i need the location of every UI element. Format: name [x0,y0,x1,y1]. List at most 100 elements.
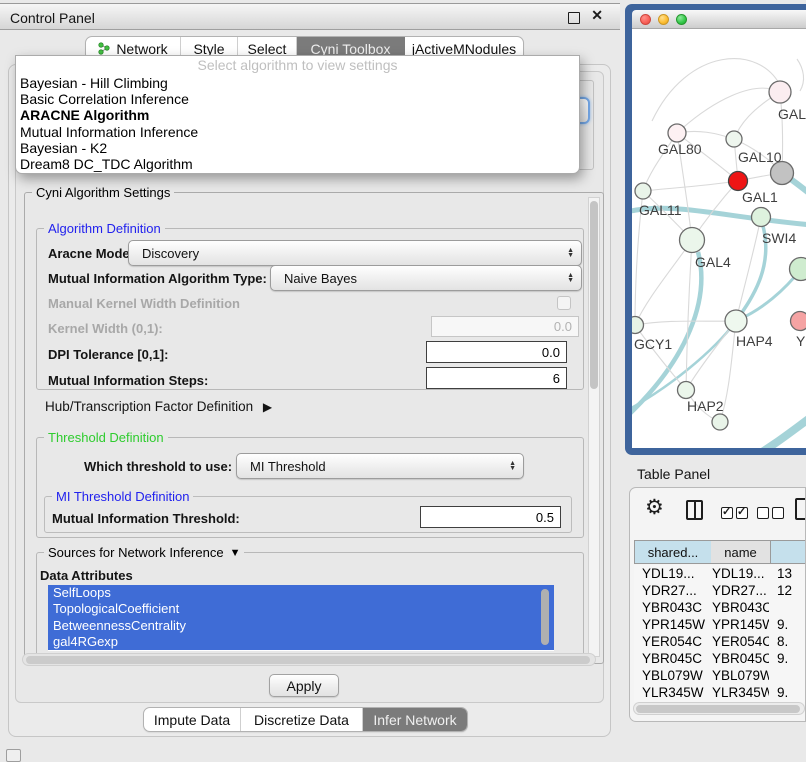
zoom-window-icon[interactable] [676,14,687,25]
node-gal1[interactable] [729,172,748,191]
table-row[interactable]: YBR043CYBR043C [634,599,806,616]
node-label: HAP4 [736,333,773,349]
node-gal10[interactable] [726,131,742,147]
dock-panel-icon[interactable] [6,749,21,762]
table-row[interactable]: YER054CYER054C8. [634,633,806,650]
mi-steps-input[interactable]: 6 [426,367,567,389]
dpi-tolerance-value: 0.0 [542,345,560,360]
node-gal4[interactable] [680,228,705,253]
table-row[interactable]: YDL19...YDL19...13 [634,565,806,582]
algorithm-dropdown-popup: Select algorithm to view settings Bayesi… [15,55,580,174]
column-header-cut[interactable] [771,540,806,564]
hub-definition-expander[interactable]: Hub/Transcription Factor Definition ▶ [45,399,272,414]
node-bottom-green[interactable] [712,414,728,430]
network-icon [98,42,111,55]
node-hap4[interactable] [725,310,747,332]
attributes-scrollbar-thumb[interactable] [541,589,549,645]
close-window-icon[interactable] [640,14,651,25]
node-green-right[interactable] [790,258,806,281]
deselect-all-checkboxes-icon[interactable] [757,506,787,524]
algorithm-option[interactable]: Mutual Information Inference [16,124,579,140]
mi-threshold-definition-title: MI Threshold Definition [52,489,193,504]
aracne-mode-combobox[interactable]: Discovery ▲▼ [128,240,582,266]
dpi-tolerance-input[interactable]: 0.0 [426,341,567,363]
new-file-icon[interactable] [795,498,806,520]
settings-scrollbar[interactable] [588,197,600,657]
node-gal80[interactable] [668,124,686,142]
which-threshold-label: Which threshold to use: [84,459,232,474]
data-attributes-list: SelfLoops TopologicalCoefficient Between… [48,585,554,651]
node-gal-top[interactable] [769,81,791,103]
table-panel-title: Table Panel [637,466,710,482]
attribute-item-selected[interactable]: SelfLoops [48,585,554,601]
tab-impute-data[interactable]: Impute Data [144,708,241,731]
column-header-shared-label: shared... [648,545,699,560]
table-row[interactable]: YBR045CYBR045C9. [634,650,806,667]
mi-steps-label: Mutual Information Steps: [48,373,208,388]
settings-hscrollbar-thumb[interactable] [26,656,590,664]
split-columns-icon[interactable] [686,500,703,520]
algorithm-definition-title: Algorithm Definition [44,221,165,236]
kernel-width-input[interactable]: 0.0 [431,316,579,337]
column-header-shared[interactable]: shared... [634,540,712,564]
node-gal11[interactable] [635,183,651,199]
column-header-name[interactable]: name [711,540,771,564]
node-label: GAL1 [742,189,778,205]
table-body: YDL19...YDL19...13 YDR27...YDR27...12 YB… [634,565,806,702]
settings-hscrollbar[interactable] [22,653,596,666]
float-panel-icon[interactable] [568,12,580,24]
select-all-checkboxes-icon[interactable] [721,506,751,524]
manual-kernel-label: Manual Kernel Width Definition [48,296,240,311]
mi-type-combobox[interactable]: Naive Bayes ▲▼ [270,265,582,291]
screen: Control Panel ✕ Network Style Select [0,0,806,762]
node-label: GCY1 [634,336,672,352]
node-gcy1[interactable] [632,317,644,334]
table-header-row: shared... name [634,540,806,563]
data-attributes-label: Data Attributes [40,568,133,583]
node-label: GAL [778,106,806,122]
table-row[interactable]: YLR345WYLR345W9. [634,684,806,701]
node-hap2[interactable] [678,382,695,399]
network-window: GAL GAL80 GAL10 GAL1 GAL11 SWI4 GAL4 GCY… [625,4,806,455]
settings-scrollbar-thumb[interactable] [590,201,598,389]
mi-threshold-input[interactable]: 0.5 [420,506,561,528]
algorithm-option[interactable]: Bayesian - Hill Climbing [16,75,579,91]
table-hscrollbar[interactable] [633,702,805,715]
network-canvas[interactable]: GAL GAL80 GAL10 GAL1 GAL11 SWI4 GAL4 GCY… [632,29,806,448]
node-label: GAL10 [738,149,782,165]
aracne-mode-value: Discovery [129,246,199,261]
table-panel-window: ⚙ shared... name [629,487,806,722]
table-hscrollbar-thumb[interactable] [636,705,800,713]
spinner-arrows-icon: ▲▼ [509,461,516,471]
manual-kernel-checkbox[interactable] [557,296,571,310]
attribute-item-selected[interactable]: gal4RGexp [48,634,554,650]
close-panel-icon[interactable]: ✕ [591,7,603,24]
algorithm-option[interactable]: Bayesian - K2 [16,140,579,156]
attribute-item-selected[interactable]: BetweennessCentrality [48,618,554,634]
tab-discretize-data[interactable]: Discretize Data [241,708,363,731]
mi-steps-value: 6 [553,371,560,386]
mi-type-value: Naive Bayes [271,271,357,286]
tab-infer-network[interactable]: Infer Network [363,708,467,731]
sources-collapse-toggle[interactable]: Sources for Network Inference ▼ [44,545,244,560]
settings-gear-icon[interactable]: ⚙ [645,495,664,520]
algorithm-option-selected[interactable]: ARACNE Algorithm [16,107,579,123]
node-label: HAP2 [687,398,724,414]
tab-infer-network-label: Infer Network [373,712,456,728]
algorithm-option[interactable]: Basic Correlation Inference [16,91,579,107]
sources-title: Sources for Network Inference [48,545,224,560]
cyni-algorithm-settings-title: Cyni Algorithm Settings [32,185,174,200]
apply-button[interactable]: Apply [269,674,339,697]
table-row[interactable]: YDR27...YDR27...12 [634,582,806,599]
node-swi4[interactable] [752,208,771,227]
node-salmon[interactable] [791,312,806,331]
table-row[interactable]: YPR145WYPR145W9. [634,616,806,633]
minimize-window-icon[interactable] [658,14,669,25]
mi-threshold-value: 0.5 [536,510,554,525]
column-header-name-label: name [724,545,757,560]
which-threshold-combobox[interactable]: MI Threshold ▲▼ [236,453,524,479]
table-row[interactable]: YBL079WYBL079W [634,667,806,684]
kernel-width-value: 0.0 [554,319,572,334]
attribute-item-selected[interactable]: TopologicalCoefficient [48,601,554,617]
algorithm-option[interactable]: Dream8 DC_TDC Algorithm [16,156,579,172]
